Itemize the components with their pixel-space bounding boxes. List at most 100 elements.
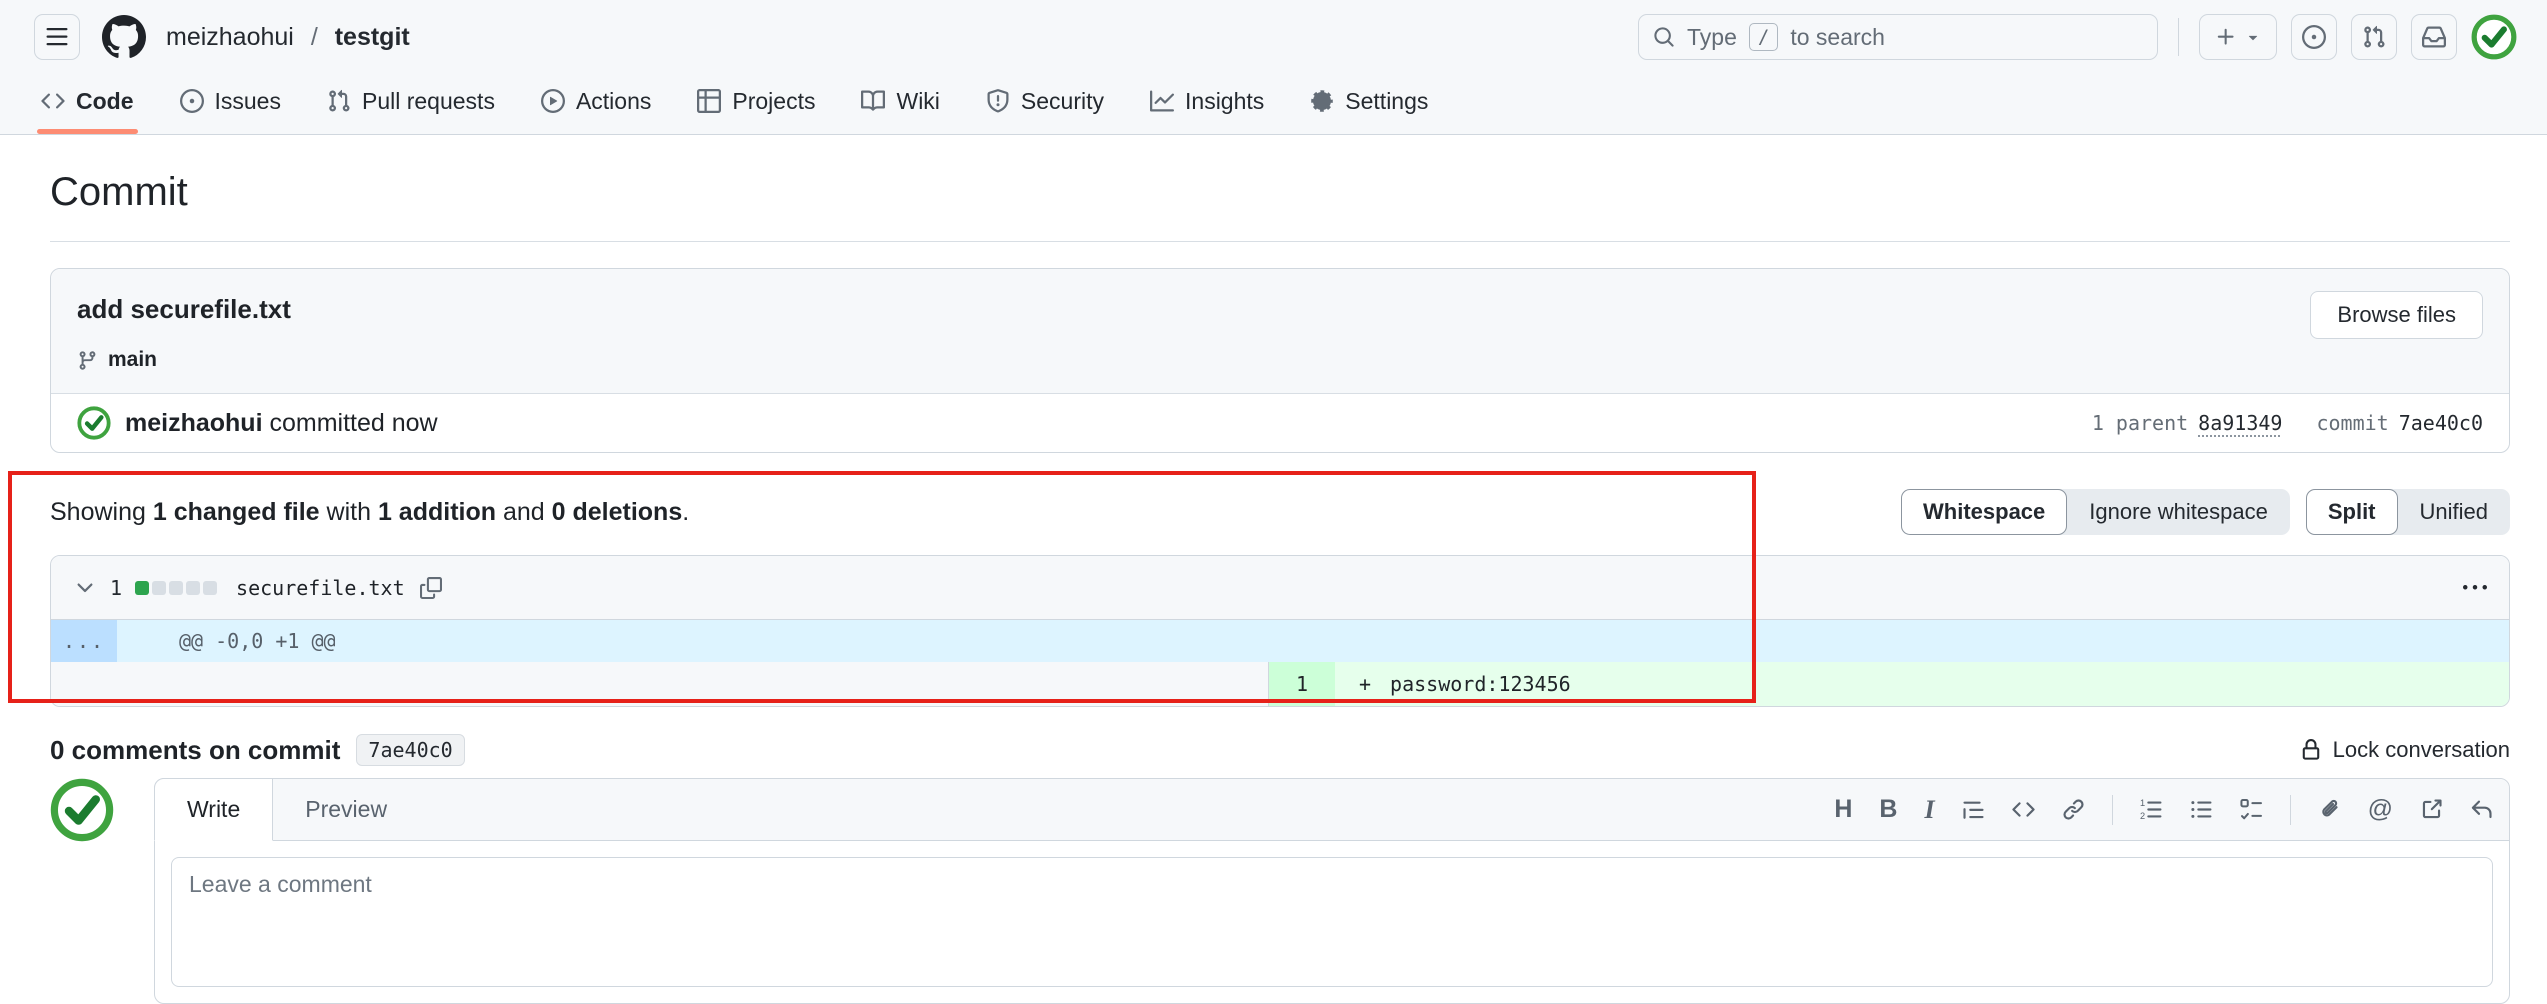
commit-message: add securefile.txt bbox=[77, 294, 291, 324]
and-word: and bbox=[502, 497, 545, 526]
lock-conversation-label: Lock conversation bbox=[2332, 737, 2510, 762]
commit-branch-row: main bbox=[77, 347, 2483, 373]
whitespace-segmented-control: Whitespace Ignore whitespace bbox=[1901, 489, 2290, 535]
diff-code-row: 1 + password:123456 bbox=[51, 662, 2509, 706]
unified-view-button[interactable]: Unified bbox=[2398, 489, 2510, 535]
breadcrumb-owner[interactable]: meizhaohui bbox=[166, 23, 294, 51]
file-name-link[interactable]: securefile.txt bbox=[236, 576, 405, 600]
graph-icon bbox=[1150, 90, 1175, 112]
committer-login[interactable]: meizhaohui bbox=[125, 409, 263, 437]
expand-hunk-button[interactable]: ... bbox=[51, 620, 117, 662]
tab-security[interactable]: Security bbox=[969, 68, 1121, 134]
split-view-button[interactable]: Split bbox=[2305, 489, 2398, 535]
quote-icon[interactable] bbox=[1962, 798, 1985, 821]
branch-name[interactable]: main bbox=[108, 347, 157, 373]
search-placeholder-prefix: Type bbox=[1687, 23, 1737, 50]
tab-preview[interactable]: Preview bbox=[273, 779, 419, 840]
added-line: + password:123456 bbox=[1335, 662, 2509, 706]
commit-label: commit bbox=[2316, 411, 2389, 435]
parent-label: 1 parent bbox=[2091, 411, 2189, 435]
diffstat-neutral-block bbox=[169, 580, 184, 595]
git-pull-request-icon bbox=[2364, 25, 2385, 48]
comments-header-row: 0 comments on commit 7ae40c0 Lock conver… bbox=[50, 734, 2510, 766]
issues-global-button[interactable] bbox=[2291, 14, 2337, 60]
copy-file-path-button[interactable] bbox=[419, 576, 442, 599]
commit-sha: 7ae40c0 bbox=[2398, 411, 2483, 435]
comments-count-text: 0 comments on commit bbox=[50, 734, 341, 765]
comment-composer: Write Preview H B I 1 2 @ Leave a commen… bbox=[50, 778, 2510, 1004]
committer-avatar[interactable] bbox=[77, 406, 111, 440]
search-placeholder-suffix: to search bbox=[1790, 23, 1885, 50]
git-pull-request-icon bbox=[329, 89, 350, 112]
three-bars-icon bbox=[46, 28, 68, 46]
svg-text:1: 1 bbox=[2140, 798, 2145, 808]
tab-code[interactable]: Code bbox=[24, 68, 151, 134]
lock-icon bbox=[2302, 739, 2319, 760]
diffstat-blocks bbox=[135, 580, 218, 595]
green-check-avatar-icon bbox=[50, 778, 114, 842]
tab-wiki[interactable]: Wiki bbox=[844, 68, 956, 134]
task-list-icon[interactable] bbox=[2240, 798, 2263, 821]
notifications-inbox-button[interactable] bbox=[2411, 14, 2457, 60]
play-icon bbox=[540, 89, 565, 113]
global-nav-actions: Type / to search bbox=[1638, 14, 2517, 60]
commit-card-meta-row: meizhaohui committed now 1 parent 8a91349… bbox=[51, 393, 2509, 452]
tab-label: Security bbox=[1020, 87, 1105, 114]
file-diff-card: 1 securefile.txt ... @@ -0,0 +1 @@ 1 + pa… bbox=[50, 555, 2510, 707]
hunk-header-text: @@ -0,0 +1 @@ bbox=[117, 620, 2509, 662]
table-icon bbox=[697, 89, 722, 113]
link-icon[interactable] bbox=[2062, 798, 2085, 821]
tab-issues[interactable]: Issues bbox=[163, 68, 298, 134]
ignore-whitespace-button[interactable]: Ignore whitespace bbox=[2067, 489, 2290, 535]
tab-insights[interactable]: Insights bbox=[1133, 68, 1281, 134]
commit-card: add securefile.txt Browse files main mei… bbox=[50, 268, 2510, 453]
lock-conversation-button[interactable]: Lock conversation bbox=[2300, 737, 2510, 763]
diffstat-neutral-block bbox=[152, 580, 167, 595]
file-options-kebab-button[interactable] bbox=[2463, 576, 2487, 600]
tab-settings[interactable]: Settings bbox=[1293, 68, 1445, 134]
hamburger-menu-button[interactable] bbox=[34, 14, 80, 60]
tab-actions[interactable]: Actions bbox=[524, 68, 668, 134]
tab-label: Projects bbox=[732, 87, 816, 114]
title-divider bbox=[50, 241, 2510, 242]
file-changes-count: 1 bbox=[110, 575, 123, 600]
bulleted-list-icon[interactable] bbox=[2190, 798, 2213, 821]
github-logo[interactable] bbox=[102, 15, 146, 59]
bold-icon[interactable]: B bbox=[1879, 795, 1897, 824]
added-line-sign: + bbox=[1359, 672, 1372, 696]
issue-opened-icon bbox=[179, 89, 204, 113]
breadcrumb: meizhaohui / testgit bbox=[166, 23, 410, 52]
pull-requests-global-button[interactable] bbox=[2351, 14, 2397, 60]
comment-textarea[interactable] bbox=[171, 857, 2493, 987]
heading-icon[interactable]: H bbox=[1834, 795, 1852, 824]
plus-icon bbox=[2217, 28, 2234, 45]
tab-label: Actions bbox=[575, 87, 652, 114]
italic-icon[interactable]: I bbox=[1924, 795, 1934, 825]
added-line-number[interactable]: 1 bbox=[1269, 662, 1335, 706]
tab-projects[interactable]: Projects bbox=[680, 68, 832, 134]
tab-write[interactable]: Write bbox=[154, 778, 274, 841]
commit-sha-chip: 7ae40c0 bbox=[356, 734, 465, 766]
attach-file-paperclip-icon[interactable] bbox=[2318, 798, 2341, 821]
collapse-file-chevron-down-icon[interactable] bbox=[73, 576, 97, 600]
tab-pull-requests[interactable]: Pull requests bbox=[310, 68, 512, 134]
breadcrumb-repo[interactable]: testgit bbox=[335, 23, 410, 51]
comment-tabs-bar: Write Preview H B I 1 2 @ bbox=[154, 778, 2509, 841]
cross-reference-icon[interactable] bbox=[2420, 798, 2443, 821]
numbered-list-icon[interactable]: 12 bbox=[2140, 798, 2163, 821]
copy-icon bbox=[419, 576, 442, 599]
saved-replies-reply-icon[interactable] bbox=[2470, 798, 2493, 821]
mention-icon[interactable]: @ bbox=[2368, 795, 2393, 824]
browse-files-button[interactable]: Browse files bbox=[2310, 291, 2483, 339]
user-avatar[interactable] bbox=[2471, 14, 2517, 60]
issue-opened-icon bbox=[2302, 25, 2326, 49]
create-new-button[interactable] bbox=[2199, 14, 2277, 60]
code-icon[interactable] bbox=[2011, 798, 2035, 821]
diff-hunk-row: ... @@ -0,0 +1 @@ bbox=[51, 620, 2509, 662]
parent-sha-link[interactable]: 8a91349 bbox=[2198, 411, 2282, 435]
app-header: meizhaohui / testgit Type / to search Co… bbox=[0, 0, 2547, 135]
search-input[interactable]: Type / to search bbox=[1638, 14, 2158, 60]
diffstat-neutral-block bbox=[203, 580, 218, 595]
markdown-toolbar: H B I 12 @ bbox=[1834, 779, 2493, 840]
whitespace-button[interactable]: Whitespace bbox=[1901, 489, 2068, 535]
